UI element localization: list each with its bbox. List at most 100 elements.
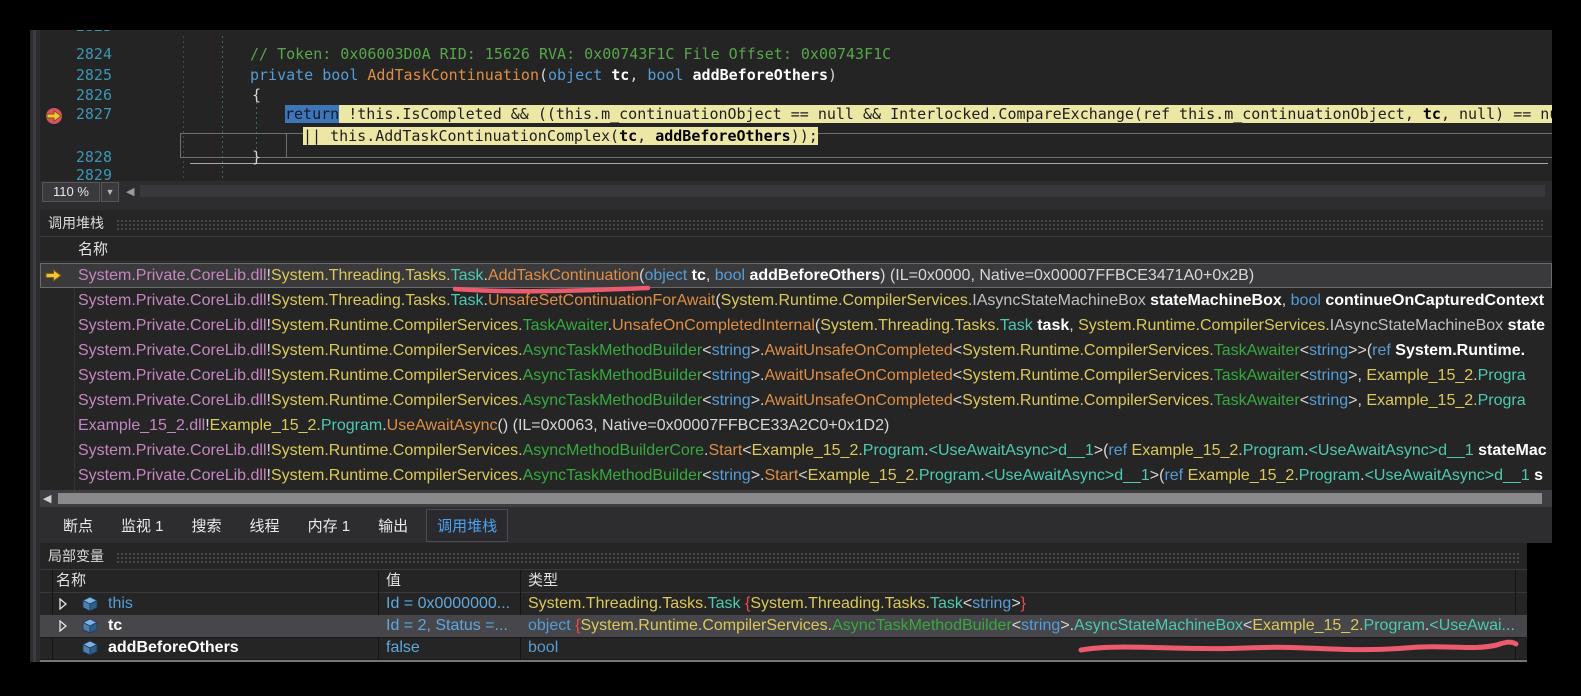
code-line: 2826 { — [40, 85, 1552, 105]
locals-table-header[interactable]: 名称 值 类型 — [40, 570, 1527, 593]
local-variable-row[interactable]: this Id = 0x0000000... System.Threading.Ta… — [40, 593, 1527, 616]
token: System.Runtime.CompilerServices. — [271, 367, 523, 384]
token: task — [1033, 317, 1069, 334]
token: Example_15_2. — [1252, 617, 1363, 634]
local-variable-row[interactable]: tcId = 2, Status =...object {System.Runt… — [40, 615, 1527, 638]
editor-hscrollbar[interactable] — [140, 185, 1545, 197]
token: Progra — [1478, 392, 1526, 409]
token — [602, 66, 611, 84]
token: System.Private.CoreLib.dll — [78, 367, 267, 384]
code-line: 2827return !this.IsCompleted && ((this.m… — [40, 104, 1552, 124]
code-line: 2824// Token: 0x06003D0A RID: 15626 RVA:… — [40, 44, 1552, 64]
line-number: 2826 — [40, 85, 112, 105]
zoom-level-control[interactable]: 110 % — [42, 182, 100, 202]
callstack-hscrollbar[interactable]: ◀ — [40, 490, 1552, 507]
callstack-frame[interactable]: System.Private.CoreLib.dll!System.Runtim… — [40, 438, 1552, 463]
token: Example_15_2. — [1366, 367, 1477, 384]
token: Progra — [1478, 367, 1526, 384]
tab-watch-1[interactable]: 监视 1 — [111, 510, 174, 541]
token: < — [1300, 342, 1309, 359]
line-number: 2825 — [40, 65, 112, 85]
scroll-left-icon[interactable]: ◀ — [43, 492, 51, 505]
column-header-value[interactable]: 值 — [386, 570, 401, 592]
token: , — [706, 267, 715, 284]
token: System.Threading.Tasks. — [750, 595, 930, 612]
token: string — [1021, 617, 1060, 634]
token: string — [1309, 367, 1348, 384]
token: tc — [1423, 105, 1441, 123]
callstack-frame[interactable]: System.Private.CoreLib.dll!System.Thread… — [40, 263, 1552, 288]
token: , — [637, 127, 655, 145]
tab-memory-1[interactable]: 内存 1 — [298, 510, 361, 541]
callstack-frame[interactable]: System.Private.CoreLib.dll!System.Thread… — [40, 288, 1552, 313]
token: < — [702, 342, 711, 359]
token: Example_15_2. — [1188, 467, 1299, 484]
tab-breakpoints[interactable]: 断点 — [53, 510, 103, 541]
token: System.Runtime.CompilerServices. — [271, 442, 523, 459]
token: System.Private.CoreLib.dll — [78, 467, 267, 484]
callstack-frame[interactable]: System.Private.CoreLib.dll!System.Runtim… — [40, 463, 1552, 488]
token: > — [1011, 595, 1020, 612]
line-number: 2828 — [40, 147, 112, 167]
tab-call-stack[interactable]: 调用堆栈 — [426, 509, 508, 542]
token: AwaitUnsafeOnCompleted — [765, 392, 953, 409]
code-line: 2825private bool AddTaskContinuation(obj… — [40, 65, 1552, 85]
field-icon — [82, 596, 98, 612]
callstack-frame[interactable]: Example_15_2.dll!Example_15_2.Program.Us… — [40, 413, 1552, 438]
token: <UseAwaitAsync>d__1 — [1309, 442, 1474, 459]
debugger-window: 2823 2824// Token: 0x06003D0A RID: 15626 … — [0, 0, 1581, 696]
code-editor[interactable]: 2823 2824// Token: 0x06003D0A RID: 15626 … — [40, 30, 1552, 181]
code-text: { — [252, 85, 261, 105]
token: System.Runtime.CompilerServices. — [271, 467, 523, 484]
token: System.Runtime.CompilerServices. — [721, 292, 973, 309]
token: Example_15_2.dll — [78, 417, 205, 434]
scrollbar-thumb[interactable] — [58, 493, 1542, 504]
callstack-frame[interactable]: System.Private.CoreLib.dll!System.Runtim… — [40, 338, 1552, 363]
token: stateMachineBox — [1146, 292, 1282, 309]
token: tc — [611, 66, 629, 84]
token: Task — [708, 595, 741, 612]
tab-search[interactable]: 搜索 — [182, 510, 232, 541]
variable-value[interactable]: Id = 2, Status =... — [378, 615, 519, 637]
expand-arrow-icon[interactable] — [58, 598, 68, 610]
tab-threads[interactable]: 线程 — [240, 510, 290, 541]
variable-name: this — [108, 593, 133, 615]
callstack-frame[interactable]: System.Private.CoreLib.dll!System.Runtim… — [40, 388, 1552, 413]
column-header-type[interactable]: 类型 — [528, 570, 558, 592]
callstack-title-text: 调用堆栈 — [48, 213, 104, 233]
callstack-column-header[interactable]: 名称 — [40, 236, 1552, 262]
expand-arrow-icon[interactable] — [58, 620, 68, 632]
panel-title-dots — [116, 552, 1519, 564]
token: System.Runtime.CompilerServices. — [1078, 317, 1330, 334]
local-name-cell: addBeforeOthers — [40, 637, 377, 659]
token: UnsafeSetContinuationForAwait — [488, 292, 715, 309]
token: Start — [765, 467, 799, 484]
token: ( — [539, 66, 548, 84]
callstack-frame[interactable]: System.Private.CoreLib.dll!System.Runtim… — [40, 363, 1552, 388]
token: <UseAwai... — [1429, 617, 1515, 634]
callstack-frame[interactable]: System.Private.CoreLib.dll!System.Runtim… — [40, 313, 1552, 338]
token: UseAwaitAsync — [387, 417, 498, 434]
token: Example_15_2. — [1132, 442, 1243, 459]
variable-value[interactable]: false — [378, 637, 519, 659]
variable-value[interactable]: Id = 0x0000000... — [378, 593, 519, 615]
column-header-name[interactable]: 名称 — [56, 570, 86, 592]
line-number: 2823 — [40, 30, 112, 36]
token: object — [528, 617, 571, 634]
token: continueOnCapturedContext — [1321, 292, 1544, 309]
token: s — [1530, 467, 1543, 484]
token: Program — [1299, 467, 1360, 484]
variable-name: tc — [108, 615, 122, 637]
token: AddTaskContinuation — [488, 267, 639, 284]
token: private — [250, 66, 313, 84]
local-variable-row[interactable]: addBeforeOthersfalsebool — [40, 637, 1527, 660]
token: > — [751, 467, 760, 484]
zoom-dropdown-icon[interactable]: ▼ — [101, 182, 119, 202]
editor-hscroll-left-icon[interactable]: ◀ — [126, 185, 134, 198]
tab-output[interactable]: 输出 — [368, 510, 418, 541]
token: UnsafeOnCompletedInternal — [612, 317, 815, 334]
token: stateMac — [1474, 442, 1547, 459]
token: System.Runtime.CompilerServices. — [962, 342, 1214, 359]
token: System.Threading.Tasks. — [820, 317, 1000, 334]
token: Program — [1243, 442, 1304, 459]
